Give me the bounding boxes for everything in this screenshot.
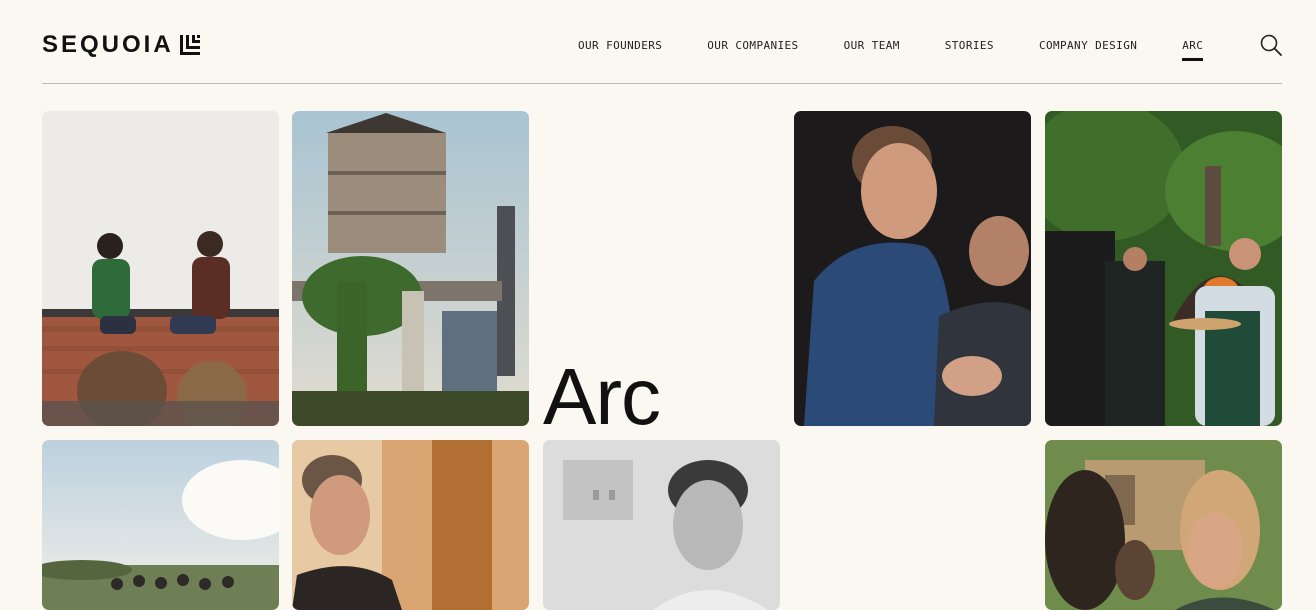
sequoia-logo[interactable]: SEQUOIA bbox=[42, 33, 201, 57]
nav-arc[interactable]: ARC bbox=[1182, 39, 1204, 61]
sequoia-mark-icon bbox=[179, 35, 200, 55]
photo-smiling-man-bw[interactable] bbox=[543, 440, 780, 610]
nav-company-design[interactable]: COMPANY DESIGN bbox=[1039, 39, 1137, 58]
site-header: SEQUOIA OUR FOUNDERS OUR COMPANIES OUR T… bbox=[42, 0, 1282, 84]
nav-our-team[interactable]: OUR TEAM bbox=[844, 39, 900, 58]
photo-speaker-blue-shirt[interactable] bbox=[794, 111, 1031, 426]
photo-outdoor-pizza[interactable] bbox=[1045, 111, 1282, 426]
photo-water-tower[interactable] bbox=[292, 111, 529, 426]
nav-our-founders[interactable]: OUR FOUNDERS bbox=[578, 39, 662, 58]
search-icon[interactable] bbox=[1260, 34, 1282, 56]
main-nav: OUR FOUNDERS OUR COMPANIES OUR TEAM STOR… bbox=[578, 39, 1204, 61]
photo-fireside-chat[interactable] bbox=[42, 111, 279, 426]
brand-name: SEQUOIA bbox=[42, 31, 174, 58]
page-title: Arc bbox=[543, 352, 661, 441]
photo-hillside-group[interactable] bbox=[42, 440, 279, 610]
nav-our-companies[interactable]: OUR COMPANIES bbox=[707, 39, 798, 58]
photo-garden-conversation[interactable] bbox=[1045, 440, 1282, 610]
photo-man-reading[interactable] bbox=[292, 440, 529, 610]
nav-stories[interactable]: STORIES bbox=[945, 39, 994, 58]
